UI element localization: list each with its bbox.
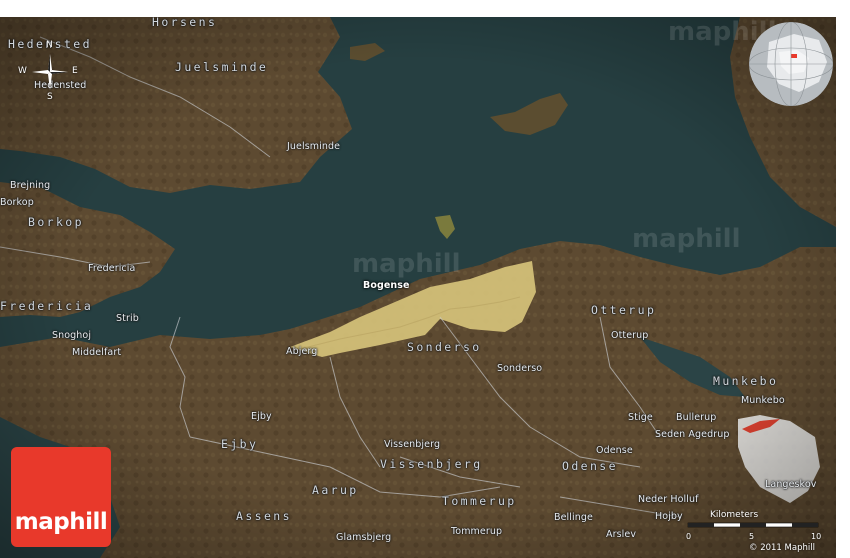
label-fredericia-town: Fredericia bbox=[88, 263, 136, 274]
compass-s: S bbox=[47, 92, 53, 102]
compass-n: N bbox=[46, 40, 53, 50]
map-widget: maphill maphill maphill Horsens Hedenste… bbox=[0, 0, 850, 558]
label-brejning: Brejning bbox=[10, 180, 51, 191]
label-strib: Strib bbox=[116, 313, 139, 324]
watermark: maphill bbox=[352, 249, 461, 279]
compass-e: E bbox=[72, 66, 78, 76]
compass-icon bbox=[32, 54, 68, 90]
label-neder-holluf: Neder Holluf bbox=[638, 494, 699, 505]
label-juelsminde-region: Juelsminde bbox=[175, 60, 269, 74]
logo-text: maphill bbox=[14, 509, 108, 535]
label-borkop-town: Borkop bbox=[0, 197, 34, 208]
scale-tick-5: 5 bbox=[749, 532, 755, 541]
label-vissenbjerg-region: Vissenbjerg bbox=[380, 457, 483, 471]
label-langeskov: Langeskov bbox=[765, 479, 817, 490]
label-middelfart: Middelfart bbox=[72, 347, 122, 358]
compass-rose: N S E W bbox=[18, 40, 78, 102]
label-abjerg: Abjerg bbox=[286, 346, 318, 357]
watermark: maphill bbox=[632, 224, 741, 254]
scale-tick-0: 0 bbox=[686, 532, 692, 541]
label-bellinge: Bellinge bbox=[554, 512, 593, 523]
label-sonderso-region: Sonderso bbox=[407, 340, 482, 354]
label-hojby: Hojby bbox=[655, 511, 683, 522]
label-juelsminde-town: Juelsminde bbox=[287, 141, 341, 152]
compass-w: W bbox=[18, 66, 27, 76]
label-sonderso-town: Sonderso bbox=[497, 363, 543, 374]
scale-bar: Kilometers 0 5 10 bbox=[686, 510, 822, 542]
label-odense-region: Odense bbox=[562, 459, 618, 473]
scale-title: Kilometers bbox=[710, 510, 759, 520]
label-bullerup: Bullerup bbox=[676, 412, 717, 423]
label-glamsbjerg: Glamsbjerg bbox=[336, 532, 392, 543]
label-ejby-town: Ejby bbox=[251, 411, 272, 422]
label-arslev: Arslev bbox=[606, 529, 637, 540]
map-viewport[interactable]: maphill maphill maphill Horsens Hedenste… bbox=[0, 17, 836, 558]
scale-tick-10: 10 bbox=[811, 532, 822, 541]
label-horsens: Horsens bbox=[152, 17, 218, 29]
label-otterup-town: Otterup bbox=[611, 330, 649, 341]
globe-locator bbox=[749, 22, 833, 106]
label-otterup-region: Otterup bbox=[591, 303, 657, 317]
label-odense-town: Odense bbox=[596, 445, 633, 456]
label-tommerup-region: Tommerup bbox=[442, 494, 517, 508]
label-borkop-region: Borkop bbox=[28, 215, 84, 229]
label-bogense[interactable]: Bogense bbox=[363, 280, 410, 291]
right-margin bbox=[836, 0, 850, 558]
top-margin bbox=[0, 0, 850, 17]
label-snoghoj: Snoghoj bbox=[52, 330, 92, 341]
label-fredericia-region: Fredericia bbox=[0, 299, 94, 313]
label-vissenbjerg-town: Vissenbjerg bbox=[384, 439, 441, 450]
label-ejby-region: Ejby bbox=[221, 437, 259, 451]
satellite-map bbox=[0, 17, 836, 558]
maphill-logo[interactable]: maphill bbox=[11, 447, 111, 547]
label-munkebo-town: Munkebo bbox=[741, 395, 785, 406]
label-munkebo-region: Munkebo bbox=[713, 374, 779, 388]
label-tommerup-town: Tommerup bbox=[451, 526, 503, 537]
copyright: © 2011 Maphill bbox=[749, 543, 815, 553]
label-aarup: Aarup bbox=[312, 483, 359, 497]
label-assens: Assens bbox=[236, 509, 292, 523]
label-stige: Stige bbox=[628, 412, 653, 423]
globe-icon bbox=[749, 22, 833, 106]
label-seden-agedrup: Seden Agedrup bbox=[655, 429, 730, 440]
